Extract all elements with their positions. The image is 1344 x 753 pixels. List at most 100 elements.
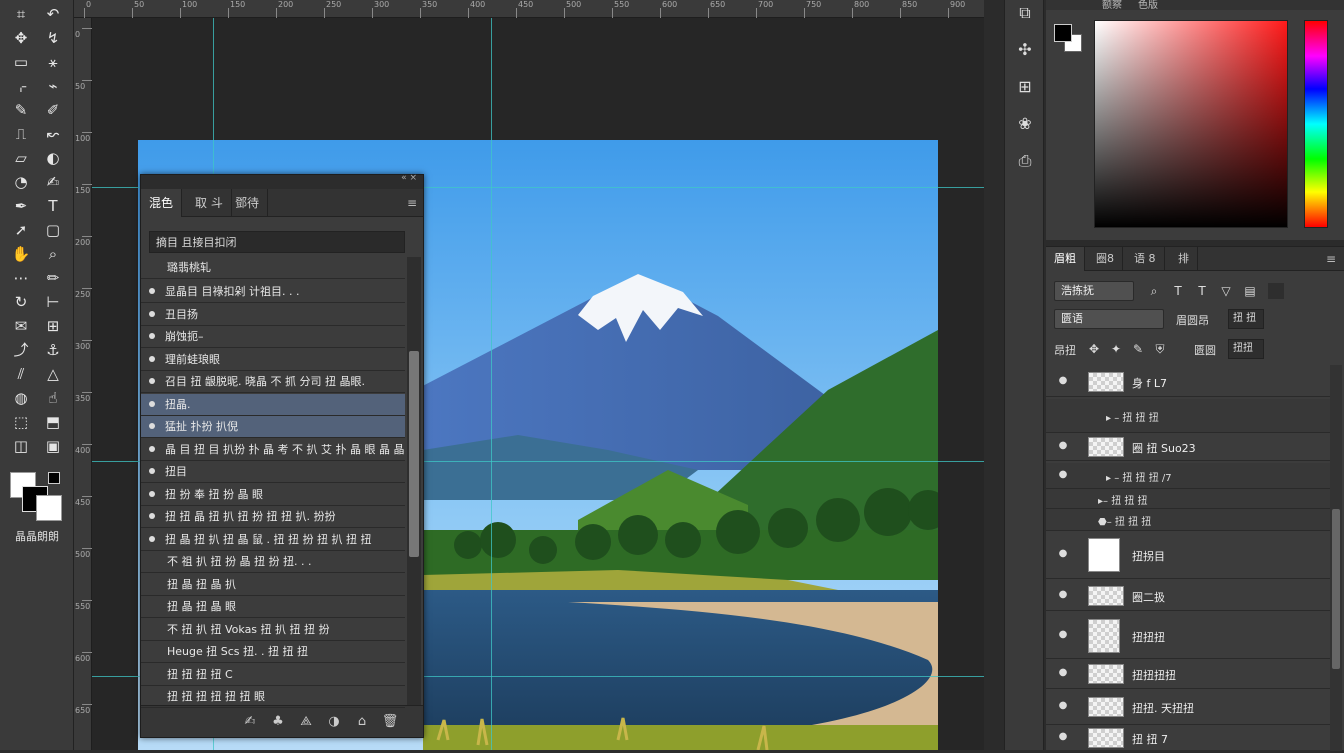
eye-visibility-icon[interactable]: ● — [1056, 667, 1070, 681]
history-header-row[interactable]: 璐翡桃轧 — [141, 257, 405, 279]
scrollbar-thumb[interactable] — [409, 351, 419, 557]
vertical-ruler[interactable]: 0 50 100 150 200 250 300 350 400 450 500 550 600 650 — [74, 18, 92, 750]
tab-channels[interactable]: 圈8 — [1088, 247, 1123, 271]
sharpen-icon[interactable]: △ — [40, 362, 66, 386]
history-row[interactable]: 扭 扮 奉 扭 扮 晶 眼 — [141, 484, 405, 506]
lock-option-icon[interactable]: ✎ — [1130, 341, 1146, 357]
anchor-icon[interactable]: ⚓ — [40, 338, 66, 362]
opacity-field[interactable]: 扭 扭 — [1228, 309, 1264, 329]
panel-menu-icon[interactable]: ≡ — [407, 189, 417, 217]
layer-row[interactable]: ● 扭扭. 天扭扭 — [1046, 689, 1330, 725]
layer-filter-icon[interactable]: ▽ — [1218, 283, 1234, 299]
object-select-icon[interactable]: ⬒ — [40, 410, 66, 434]
gradient-icon[interactable]: ◐ — [40, 146, 66, 170]
adjustments-icon[interactable]: ⊞ — [1014, 76, 1036, 98]
heal-icon[interactable]: ✎ — [8, 98, 34, 122]
eye-visibility-icon[interactable]: ● — [1056, 440, 1070, 454]
tab-blend[interactable]: 混色 — [141, 189, 183, 217]
lock-option-icon[interactable]: ✥ — [1086, 341, 1102, 357]
magic-wand-icon[interactable]: ⚹ — [40, 50, 66, 74]
zoom-icon[interactable]: ⌕ — [40, 242, 66, 266]
eye-visibility-icon[interactable]: ● — [1056, 589, 1070, 603]
hand-icon[interactable]: ✋ — [8, 242, 34, 266]
tab-paths[interactable]: 语 8 — [1126, 247, 1165, 271]
eye-visibility-icon[interactable]: ● — [1056, 700, 1070, 714]
path-select-icon[interactable]: ➚ — [8, 218, 34, 242]
history-row[interactable]: 丑目扬 — [141, 304, 405, 326]
edit-toolbar-icon[interactable]: ⋯ — [8, 266, 34, 290]
layer-filter-icon[interactable]: ▤ — [1242, 283, 1258, 299]
layer-row[interactable]: ● 圈二扱 — [1046, 581, 1330, 611]
blur-icon[interactable]: ◔ — [8, 170, 34, 194]
undo-arc-icon[interactable]: ↶ — [40, 2, 66, 26]
layer-filter-icon[interactable]: T — [1170, 283, 1186, 299]
eyedropper-icon[interactable]: ⌁ — [40, 74, 66, 98]
lock-option-icon[interactable]: ✦ — [1108, 341, 1124, 357]
horizontal-ruler[interactable]: 0 50 100 150 200 250 300 350 400 450 500 550 600 650 7… — [74, 0, 984, 18]
layer-row[interactable]: ● 扭拐目 — [1046, 531, 1330, 579]
history-row[interactable]: 扭 晶 扭 扒 扭 晶 鼠 . 扭 扭 扮 扭 扒 扭 扭 — [141, 529, 405, 551]
layer-row[interactable]: ● 圈 扭 Suo23 — [1046, 433, 1330, 461]
fill-slider-icon[interactable] — [1270, 341, 1286, 357]
layer-effect-row[interactable]: ⬣– 扭 扭 扭 — [1046, 509, 1330, 531]
count-icon[interactable]: ⊞ — [40, 314, 66, 338]
note-icon[interactable]: ✉ — [8, 314, 34, 338]
eye-visibility-icon[interactable]: ● — [1056, 629, 1070, 643]
select-subject-icon[interactable]: ⬚ — [8, 410, 34, 434]
collapse-icon[interactable]: « × — [401, 173, 417, 183]
camera-icon[interactable]: ⌂ — [353, 713, 371, 731]
pen-icon[interactable]: ✒ — [8, 194, 34, 218]
layer-effect-row[interactable]: ▸ – 扭 扭 扭 — [1046, 399, 1330, 433]
history-row[interactable]: 不 祖 扒 扭 扮 晶 扭 扮 扭. . . — [141, 551, 405, 573]
layers-scrollbar-thumb[interactable] — [1332, 509, 1340, 669]
history-row[interactable]: 晶 目 扭 目 扒扮 扑 晶 考 不 扒 艾 扑 晶 眼 晶 晶. — [141, 439, 405, 461]
saturation-value-picker[interactable] — [1094, 20, 1288, 228]
layer-effect-row[interactable]: ▸– 扭 扭 扭 — [1046, 489, 1330, 509]
history-row[interactable]: Heuge 扭 Scs 扭. . 扭 扭 扭 — [141, 641, 405, 663]
paw-icon[interactable]: ❀ — [1014, 113, 1036, 135]
tab-properties[interactable]: 排 — [1170, 247, 1198, 271]
brush-settings-icon[interactable]: ✣ — [1014, 39, 1036, 61]
history-row[interactable]: 显晶目 目祿扣剁 计祖目. . . — [141, 281, 405, 303]
eraser-icon[interactable]: ▱ — [8, 146, 34, 170]
history-row[interactable]: 崩蚀扼– — [141, 326, 405, 348]
hue-slider[interactable] — [1304, 20, 1328, 228]
move-icon[interactable]: ✥ — [8, 26, 34, 50]
brush-preset-icon[interactable]: ✍ — [241, 713, 259, 731]
history-row[interactable]: 扭 扭 晶 扭 扒 扭 扮 扭 扭 扒. 扮扮 — [141, 506, 405, 528]
filter-toggle-icon[interactable] — [1268, 283, 1284, 299]
layer-filter-icon[interactable]: ⌕ — [1146, 283, 1162, 299]
history-row[interactable]: 猛扯 扑扮 扒倪 — [141, 416, 405, 438]
quick-mask-icon[interactable]: ◫ — [8, 434, 34, 458]
fill-field[interactable]: 扭扭 — [1228, 339, 1264, 359]
layer-row[interactable]: ● 扭扭扭扭 — [1046, 659, 1330, 689]
smudge-icon[interactable]: ☝ — [40, 386, 66, 410]
foreground-color-chip[interactable] — [1054, 24, 1072, 42]
history-row[interactable]: 扭目 — [141, 461, 405, 483]
layer-effect-row[interactable]: ● ▸ – 扭 扭 扭 /7 — [1046, 463, 1330, 489]
dodge-icon[interactable]: ✍ — [40, 170, 66, 194]
tab-adjust[interactable]: 鄧待 — [227, 189, 269, 217]
history-row[interactable]: 不 扭 扒 扭 Vokas 扭 扒 扭 扭 扮 — [141, 619, 405, 641]
opacity-slider-icon[interactable] — [1270, 311, 1286, 327]
lasso-icon[interactable]: ↯ — [40, 26, 66, 50]
eye-visibility-icon[interactable]: ● — [1056, 548, 1070, 562]
ruler-icon[interactable]: ⊢ — [40, 290, 66, 314]
tab-swatches[interactable]: 色版 — [1130, 0, 1166, 11]
frame-icon[interactable]: ▭ — [8, 50, 34, 74]
blend-mode-select[interactable]: 匮语 — [1054, 309, 1164, 329]
history-row[interactable]: 召目 扭 龈脱昵. 晓晶 不 抓 分司 扭 晶眼. — [141, 371, 405, 393]
default-colors-icon[interactable] — [48, 472, 60, 484]
drop-icon[interactable]: ⟁ — [297, 713, 315, 731]
mask-icon[interactable]: ◑ — [325, 713, 343, 731]
guide-vertical[interactable] — [491, 18, 492, 750]
layer-filter-icon[interactable]: T — [1194, 283, 1210, 299]
rotate-icon[interactable]: ↻ — [8, 290, 34, 314]
tab-layers[interactable]: 眉粗 — [1046, 247, 1085, 271]
history-brush-icon[interactable]: ↜ — [40, 122, 66, 146]
history-row[interactable]: 扭 扭 扭 扭 C — [141, 664, 405, 686]
eye-visibility-icon[interactable]: ● — [1056, 731, 1070, 745]
screen-mode-icon[interactable]: ▣ — [40, 434, 66, 458]
layer-row[interactable]: ● 扭扭扭 — [1046, 613, 1330, 659]
sponge-icon[interactable]: ◍ — [8, 386, 34, 410]
